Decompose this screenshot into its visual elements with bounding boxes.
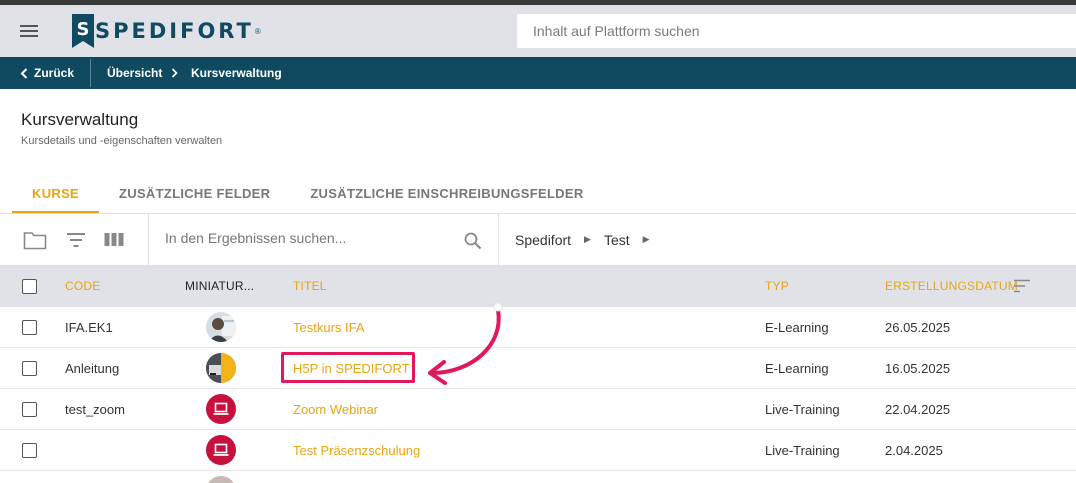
- select-all-checkbox[interactable]: [22, 279, 37, 294]
- course-date: 2.04.2025: [885, 442, 943, 458]
- filter-icon[interactable]: [66, 232, 86, 248]
- course-code: IFA.EK1: [65, 319, 113, 335]
- course-title-link[interactable]: Zoom Webinar: [293, 389, 378, 429]
- logo-bookmark-icon: S: [72, 14, 94, 48]
- course-date: 22.04.2025: [885, 401, 951, 417]
- caret-right-icon[interactable]: ▶: [643, 234, 650, 245]
- folder-icon[interactable]: [23, 230, 47, 250]
- folder-crumb-test[interactable]: Test: [604, 232, 630, 248]
- caret-right-icon: ▶: [584, 234, 591, 244]
- tab-additional-enrollment-fields[interactable]: ZUSÄTZLICHE EINSCHREIBUNGSFELDER: [290, 172, 603, 214]
- chevron-left-icon: [20, 67, 28, 79]
- table-header: CODE MINIATUR... TITEL TYP ERSTELLUNGSDA…: [0, 265, 1076, 307]
- tab-bar: KURSE ZUSÄTZLICHE FELDER ZUSÄTZLICHE EIN…: [12, 172, 604, 214]
- course-date: 26.05.2025: [885, 319, 951, 335]
- table-row[interactable]: IFA.EK1 Testkurs IFA E-Learning 26.05.20…: [0, 307, 1076, 348]
- row-checkbox[interactable]: [22, 402, 37, 417]
- column-header-type[interactable]: TYP: [765, 265, 789, 307]
- course-thumbnail: [206, 312, 236, 342]
- course-thumbnail: [206, 353, 236, 383]
- logo[interactable]: S SPEDIFORT ®: [72, 13, 261, 49]
- table-row[interactable]: Test Präsenzschulung Live-Training 2.04.…: [0, 430, 1076, 471]
- toolbar-divider: [148, 214, 149, 265]
- hamburger-menu-icon[interactable]: [20, 22, 42, 40]
- results-search-input[interactable]: [165, 230, 445, 246]
- back-label: Zurück: [34, 66, 75, 80]
- folder-breadcrumb: Spedifort ▶ Test ▶: [515, 214, 663, 265]
- column-header-thumbnail[interactable]: MINIATUR...: [185, 265, 254, 307]
- course-type: Live-Training: [765, 442, 840, 458]
- live-training-icon: [206, 435, 236, 465]
- course-type: E-Learning: [765, 319, 829, 335]
- tab-additional-fields[interactable]: ZUSÄTZLICHE FELDER: [99, 172, 290, 214]
- logo-text: SPEDIFORT: [95, 19, 254, 43]
- course-title-link[interactable]: Testkurs IFA: [293, 307, 365, 347]
- back-button[interactable]: Zurück: [20, 57, 74, 89]
- platform-search-input[interactable]: [517, 14, 1076, 48]
- column-header-title[interactable]: TITEL: [293, 265, 327, 307]
- row-checkbox[interactable]: [22, 361, 37, 376]
- row-checkbox[interactable]: [22, 320, 37, 335]
- search-icon[interactable]: [464, 232, 482, 250]
- row-checkbox[interactable]: [22, 443, 37, 458]
- folder-crumb-spedifort[interactable]: Spedifort: [515, 232, 571, 248]
- live-training-icon: [206, 394, 236, 424]
- sort-icon[interactable]: [1013, 279, 1031, 293]
- breadcrumb-overview[interactable]: Übersicht: [107, 57, 162, 89]
- course-type: E-Learning: [765, 360, 829, 376]
- column-header-created[interactable]: ERSTELLUNGSDATUM: [885, 265, 1018, 307]
- logo-registered-mark: ®: [254, 26, 261, 36]
- columns-icon[interactable]: [104, 232, 124, 247]
- course-thumbnail: [206, 476, 236, 483]
- breadcrumb-bar: Zurück Übersicht Kursverwaltung: [0, 57, 1076, 89]
- page-subtitle: Kursdetails und -eigenschaften verwalten: [21, 135, 223, 147]
- course-type: Live-Training: [765, 401, 840, 417]
- tab-courses[interactable]: KURSE: [12, 172, 100, 214]
- column-header-code[interactable]: CODE: [65, 265, 100, 307]
- table-row[interactable]: Anleitung H5P in SPEDIFORT E-Learning 16…: [0, 348, 1076, 389]
- course-code: Anleitung: [65, 360, 120, 376]
- course-title-link[interactable]: Test Präsenzschulung: [293, 430, 420, 470]
- breadcrumb-current: Kursverwaltung: [191, 66, 282, 80]
- course-code: test_zoom: [65, 401, 125, 417]
- nav-divider: [90, 59, 91, 87]
- table-toolbar: Spedifort ▶ Test ▶: [0, 214, 1076, 265]
- course-date: 16.05.2025: [885, 360, 951, 376]
- toolbar-divider: [498, 214, 499, 265]
- svg-text:S: S: [77, 19, 90, 40]
- chevron-right-icon: [171, 57, 178, 89]
- page-title: Kursverwaltung: [21, 110, 139, 129]
- course-title-link[interactable]: H5P in SPEDIFORT: [293, 348, 410, 388]
- app-header: S SPEDIFORT ®: [0, 5, 1076, 57]
- table-row[interactable]: test_zoom Zoom Webinar Live-Training 22.…: [0, 389, 1076, 430]
